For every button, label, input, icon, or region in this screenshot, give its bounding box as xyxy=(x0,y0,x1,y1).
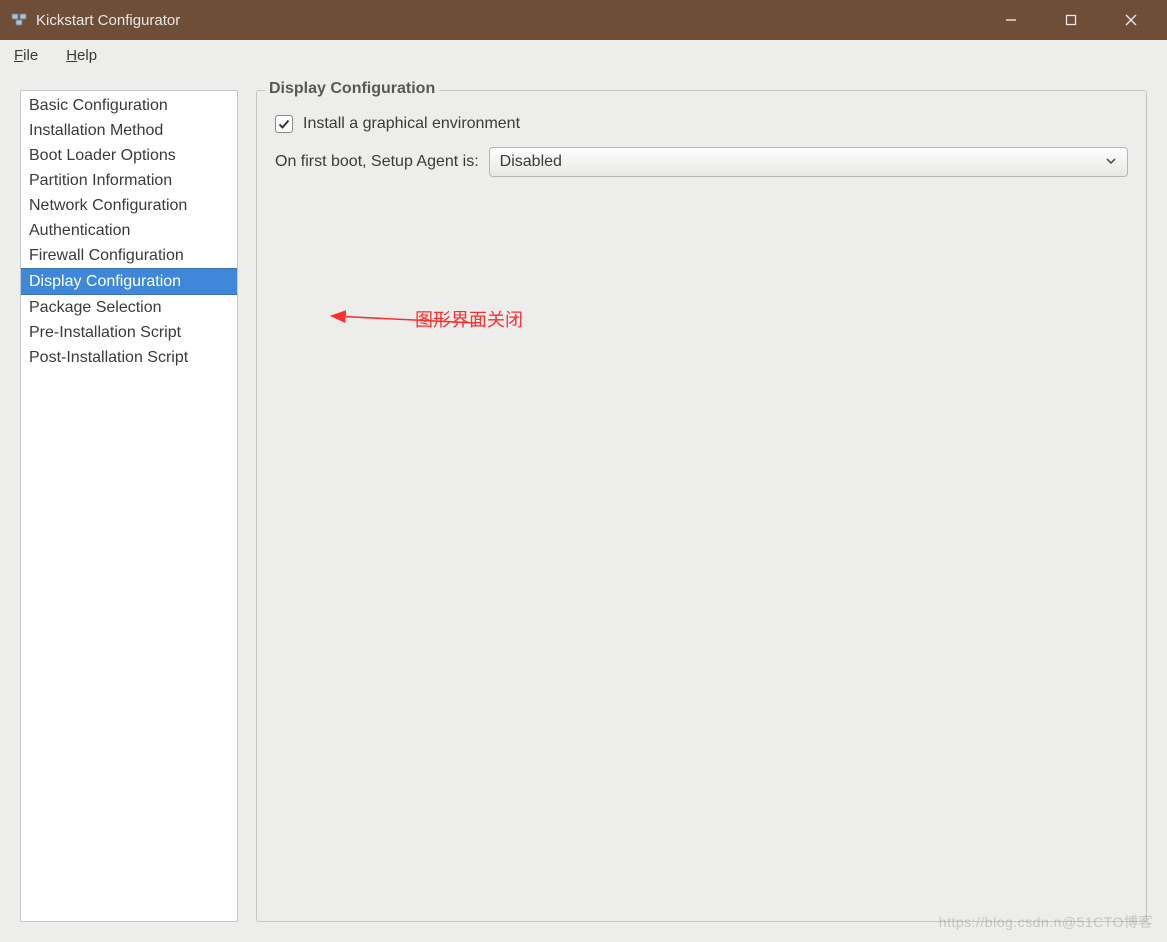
menubar: File Help xyxy=(0,40,1167,72)
display-configuration-group: Display Configuration Install a graphica… xyxy=(256,90,1147,922)
sidebar-item-label: Partition Information xyxy=(29,172,172,189)
sidebar-item-label: Post-Installation Script xyxy=(29,349,188,366)
window-title: Kickstart Configurator xyxy=(36,12,180,29)
sidebar-item-label: Network Configuration xyxy=(29,197,187,214)
sidebar-item-label: Package Selection xyxy=(29,299,162,316)
install-graphical-checkbox[interactable] xyxy=(275,115,293,133)
titlebar: Kickstart Configurator xyxy=(0,0,1167,40)
sidebar-item-display-configuration[interactable]: Display Configuration xyxy=(21,268,237,295)
setup-agent-label: On first boot, Setup Agent is: xyxy=(275,153,479,171)
chevron-down-icon xyxy=(1105,154,1117,171)
install-graphical-label: Install a graphical environment xyxy=(303,115,520,133)
window-controls xyxy=(993,2,1157,38)
sidebar-item-basic-configuration[interactable]: Basic Configuration xyxy=(21,93,237,118)
row-setup-agent: On first boot, Setup Agent is: Disabled xyxy=(275,147,1128,177)
sidebar-item-label: Pre-Installation Script xyxy=(29,324,181,341)
menu-file[interactable]: File xyxy=(8,45,44,66)
sidebar-item-label: Boot Loader Options xyxy=(29,147,176,164)
minimize-button[interactable] xyxy=(993,2,1029,38)
menu-help[interactable]: Help xyxy=(60,45,103,66)
sidebar-item-label: Firewall Configuration xyxy=(29,247,184,264)
maximize-button[interactable] xyxy=(1053,2,1089,38)
sidebar-item-label: Installation Method xyxy=(29,122,163,139)
sidebar-item-label: Authentication xyxy=(29,222,130,239)
sidebar-item-pre-installation-script[interactable]: Pre-Installation Script xyxy=(21,320,237,345)
main-panel: Display Configuration Install a graphica… xyxy=(256,90,1147,922)
sidebar-item-authentication[interactable]: Authentication xyxy=(21,218,237,243)
setup-agent-value: Disabled xyxy=(500,153,562,171)
sidebar-item-package-selection[interactable]: Package Selection xyxy=(21,295,237,320)
app-icon xyxy=(10,11,28,29)
content-area: Basic Configuration Installation Method … xyxy=(0,72,1167,942)
row-install-graphical: Install a graphical environment xyxy=(275,115,1128,133)
sidebar[interactable]: Basic Configuration Installation Method … xyxy=(20,90,238,922)
sidebar-item-installation-method[interactable]: Installation Method xyxy=(21,118,237,143)
sidebar-item-label: Display Configuration xyxy=(29,273,181,290)
sidebar-item-boot-loader-options[interactable]: Boot Loader Options xyxy=(21,143,237,168)
check-icon xyxy=(278,118,290,130)
close-button[interactable] xyxy=(1113,2,1149,38)
sidebar-item-network-configuration[interactable]: Network Configuration xyxy=(21,193,237,218)
setup-agent-select[interactable]: Disabled xyxy=(489,147,1128,177)
sidebar-item-label: Basic Configuration xyxy=(29,97,168,114)
sidebar-item-partition-information[interactable]: Partition Information xyxy=(21,168,237,193)
group-title: Display Configuration xyxy=(265,80,439,98)
sidebar-item-firewall-configuration[interactable]: Firewall Configuration xyxy=(21,243,237,268)
sidebar-item-post-installation-script[interactable]: Post-Installation Script xyxy=(21,345,237,370)
